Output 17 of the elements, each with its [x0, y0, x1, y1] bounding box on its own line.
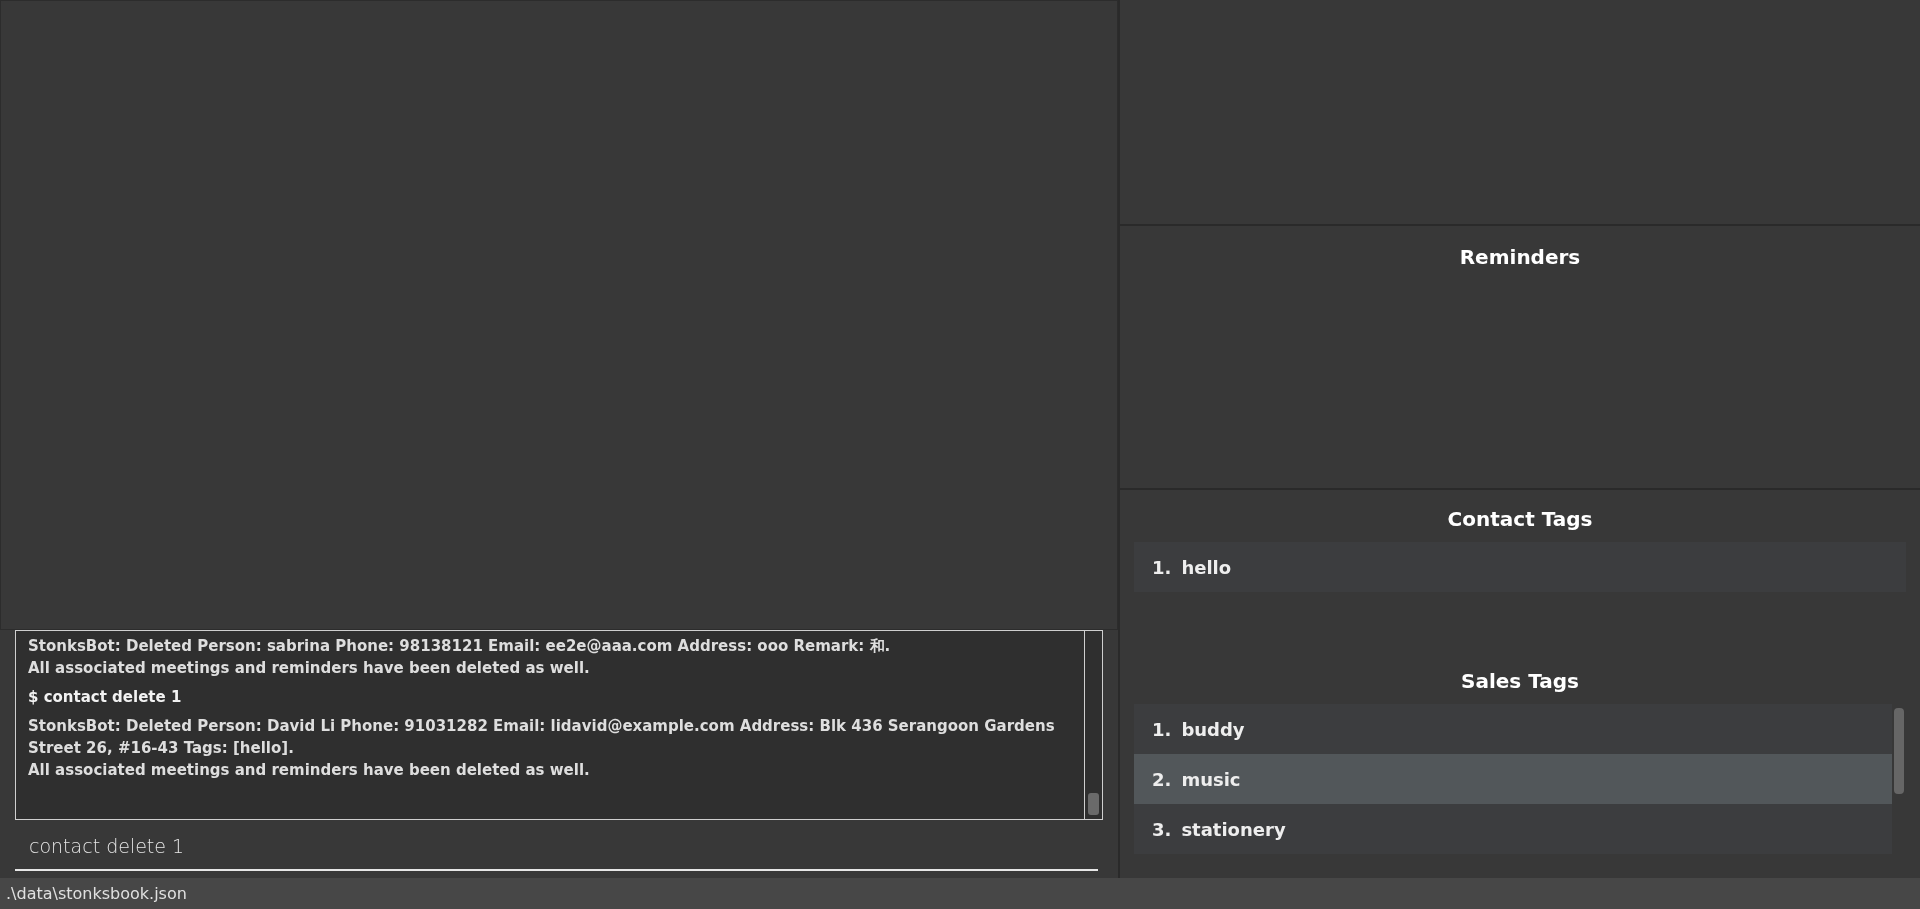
response-text: StonksBot: Deleted Person: sabrina Phone: 98138121 Email: ee2e@aaa.com Address: ooo Remark: 和.: [28, 636, 892, 657]
tag-list-item[interactable]: 1. buddy: [1134, 704, 1892, 754]
tag-list-item[interactable]: 2. music: [1134, 754, 1892, 804]
command-line: $ contact delete 1: [28, 687, 183, 708]
scrollbar[interactable]: [1085, 630, 1103, 820]
panel-title: Reminders: [1458, 244, 1582, 271]
status-bar-text: .\data\stonksbook.json: [0, 878, 1920, 909]
response-text: All associated meetings and reminders have been deleted as well.: [28, 658, 591, 679]
tag-list-item[interactable]: 1. hello: [1134, 542, 1906, 592]
panel-title: Contact Tags: [1446, 506, 1594, 533]
command-input-field[interactable]: contact delete 1: [15, 824, 1098, 871]
response-text: All associated meetings and reminders have been deleted as well.: [28, 760, 591, 781]
tag-list-item[interactable]: 3. stationery: [1134, 804, 1892, 854]
response-text: StonksBot: Deleted Person: David Li Phone: 91031282 Email: lidavid@example.com Address: Blk 436 Serangoon Gardens Street 26, #16-43 Tags: [hello].: [28, 716, 1056, 759]
scroll-thumb[interactable]: [1088, 793, 1099, 815]
scroll-thumb[interactable]: [1894, 708, 1904, 794]
panel-title: Sales Tags: [1460, 668, 1580, 695]
